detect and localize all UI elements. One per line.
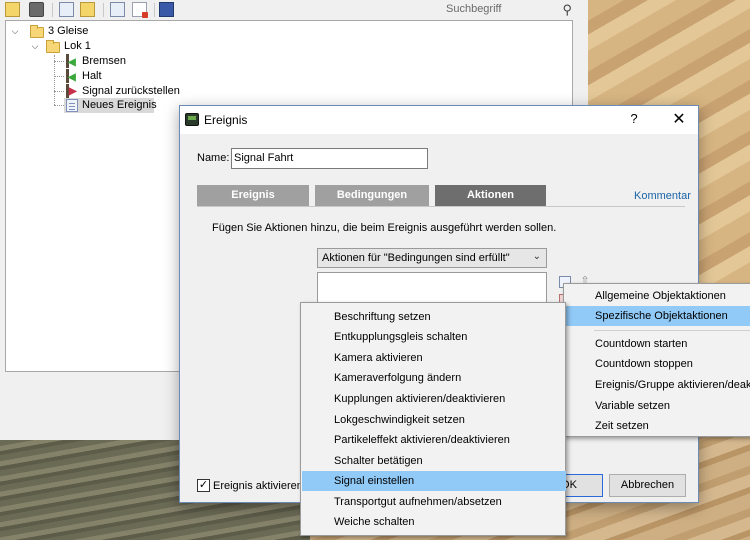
instruction-text: Fügen Sie Aktionen hinzu, die beim Ereig…: [212, 222, 557, 234]
signal-green-icon: ◀: [64, 54, 78, 68]
copy-icon[interactable]: [110, 2, 125, 17]
comment-icon[interactable]: [29, 2, 44, 17]
submenu-item[interactable]: Kameraverfolgung ändern: [302, 368, 566, 388]
toolbar-separator: [154, 3, 155, 17]
submenu-item[interactable]: Transportgut aufnehmen/absetzen: [302, 492, 566, 512]
toolbar: Suchbegriff ⚲: [0, 0, 588, 20]
submenu-item[interactable]: Beschriftung setzen: [302, 307, 566, 327]
toolbar-separator: [52, 3, 53, 17]
submenu-item[interactable]: Entkupplungsgleis schalten: [302, 327, 566, 347]
tree-connector: [54, 61, 64, 62]
comment-link[interactable]: Kommentar: [634, 190, 691, 202]
tree-node-halt[interactable]: ◀ Halt: [64, 69, 204, 84]
tree-connector: [54, 55, 55, 105]
tree-node-label: Halt: [82, 70, 102, 82]
chevron-down-icon[interactable]: ⌵: [30, 41, 40, 51]
activate-label: Ereignis aktivieren: [213, 480, 303, 492]
name-field[interactable]: Signal Fahrt: [231, 148, 428, 169]
tab-ereignis[interactable]: Ereignis: [197, 185, 309, 206]
submenu-item[interactable]: Weiche schalten: [302, 512, 566, 532]
menu-item-set-time[interactable]: Zeit setzen: [565, 416, 750, 436]
help-button[interactable]: ?: [626, 111, 642, 126]
name-label: Name:: [197, 152, 230, 164]
tree-connector: [54, 91, 64, 92]
tree-node-signal-reset[interactable]: ▶ Signal zurückstellen: [64, 84, 224, 99]
tree-node-label: Bremsen: [82, 55, 127, 67]
tab-divider: [197, 206, 685, 207]
submenu-item[interactable]: Schalter betätigen: [302, 451, 566, 471]
dialog-title: Ereignis: [204, 113, 248, 127]
tree-node-bremsen[interactable]: ◀ Bremsen: [64, 54, 204, 69]
menu-item-set-variable[interactable]: Variable setzen: [565, 396, 750, 416]
menu-separator: [594, 330, 750, 331]
signal-red-icon: ▶: [64, 84, 78, 98]
menu-item-general-actions[interactable]: Allgemeine Objektaktionen: [565, 286, 750, 306]
new-document-icon[interactable]: [59, 2, 74, 17]
cancel-button[interactable]: Abbrechen: [609, 474, 686, 497]
edit-document-icon[interactable]: [80, 2, 95, 17]
chevron-down-icon[interactable]: ⌄: [533, 251, 541, 262]
action-trigger-select[interactable]: Aktionen für "Bedingungen sind erfüllt" …: [317, 248, 547, 268]
submenu-item[interactable]: Partikeleffekt aktivieren/deaktivieren: [302, 430, 566, 450]
tree-node-label: Lok 1: [64, 40, 91, 52]
search-input[interactable]: Suchbegriff ⚲: [440, 0, 580, 20]
tree-node-new-event[interactable]: Neues Ereignis: [64, 98, 157, 113]
tab-bedingungen[interactable]: Bedingungen: [315, 185, 429, 206]
tree-node-label: 3 Gleise: [48, 25, 89, 37]
submenu-item[interactable]: Lokgeschwindigkeit setzen: [302, 410, 566, 430]
submenu-item[interactable]: Kupplungen aktivieren/deaktivieren: [302, 389, 566, 409]
folder-icon: [46, 40, 60, 53]
search-placeholder: Suchbegriff: [446, 3, 502, 15]
action-trigger-value: Aktionen für "Bedingungen sind erfüllt": [322, 252, 510, 264]
save-icon[interactable]: [159, 2, 174, 17]
toolbar-separator: [103, 3, 104, 17]
submenu-item[interactable]: Kamera aktivieren: [302, 348, 566, 368]
menu-item-specific-actions[interactable]: Spezifische Objektaktionen: [565, 306, 750, 326]
submenu-item-signal-set[interactable]: Signal einstellen: [302, 471, 566, 491]
menu-item-countdown-stop[interactable]: Countdown stoppen: [565, 354, 750, 374]
dialog-titlebar[interactable]: Ereignis ? ✕: [180, 106, 698, 134]
tree-node-lok[interactable]: ⌵ Lok 1: [30, 39, 170, 54]
delete-icon[interactable]: [132, 2, 148, 18]
locomotive-icon: [185, 113, 199, 126]
tree-node-label: Neues Ereignis: [82, 99, 157, 111]
menu-item-toggle-event[interactable]: Ereignis/Gruppe aktivieren/deaktivieren: [565, 375, 750, 395]
action-category-menu: Allgemeine Objektaktionen Spezifische Ob…: [563, 283, 750, 437]
chevron-down-icon[interactable]: ⌵: [10, 26, 20, 36]
tree-connector: [54, 76, 64, 77]
tab-aktionen[interactable]: Aktionen: [435, 185, 546, 206]
tree-node-root[interactable]: ⌵ 3 Gleise: [10, 24, 160, 39]
tree-node-label: Signal zurückstellen: [82, 85, 180, 97]
specific-actions-submenu: Beschriftung setzen Entkupplungsgleis sc…: [300, 302, 566, 536]
activate-checkbox[interactable]: ✓: [197, 479, 210, 492]
menu-item-countdown-start[interactable]: Countdown starten: [565, 334, 750, 354]
event-icon: [66, 99, 78, 112]
tree-connector: [54, 105, 64, 106]
folder-icon: [30, 25, 44, 38]
search-icon[interactable]: ⚲: [562, 2, 572, 18]
signal-green-icon: ◀: [64, 69, 78, 83]
close-button[interactable]: ✕: [669, 109, 689, 129]
new-folder-icon[interactable]: [5, 2, 20, 17]
